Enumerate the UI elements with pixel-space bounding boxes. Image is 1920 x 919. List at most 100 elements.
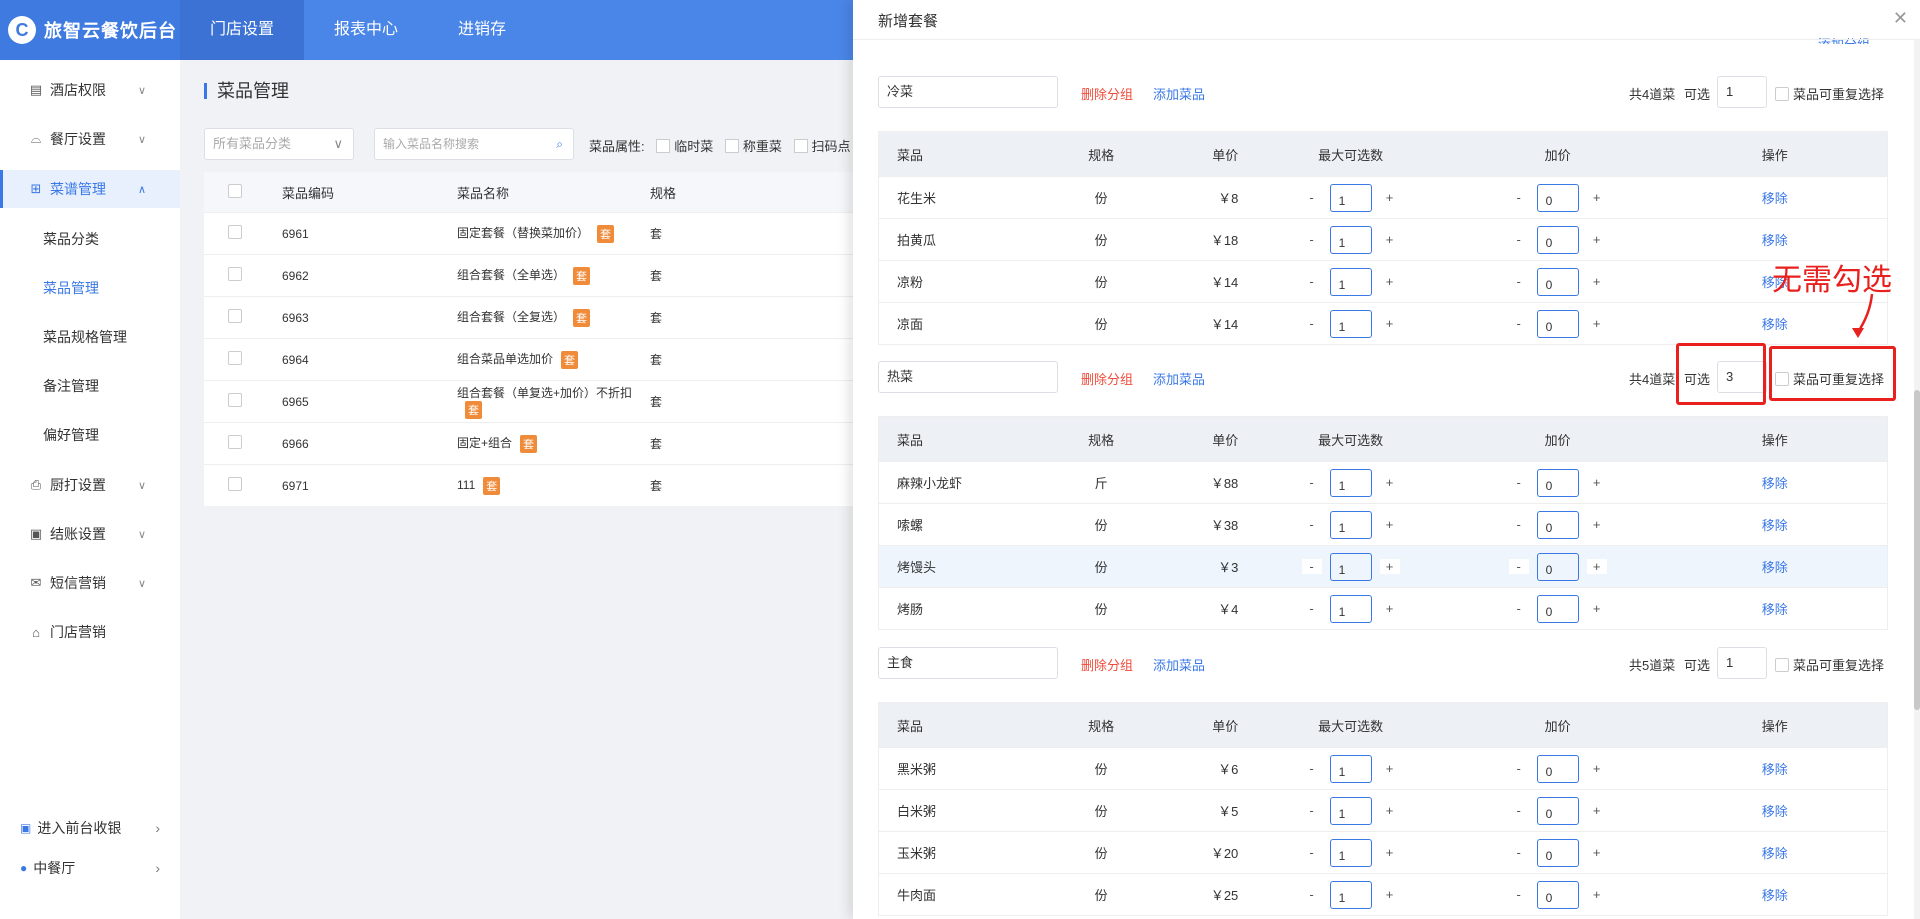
- increment-button[interactable]: +: [1380, 803, 1400, 818]
- increment-button[interactable]: +: [1587, 803, 1607, 818]
- decrement-button[interactable]: -: [1302, 232, 1322, 247]
- sidebar-item-kitchen-print[interactable]: ⎙ 厨打设置 ∨: [0, 467, 180, 503]
- select-all-checkbox[interactable]: [228, 183, 242, 198]
- table-row[interactable]: 黑米粥份 ￥6-1 + -0 + 移除: [879, 747, 1887, 789]
- increment-button[interactable]: +: [1380, 316, 1400, 331]
- row-checkbox[interactable]: [228, 393, 242, 407]
- sidebar-item-store-marketing[interactable]: ⌂ 门店营销: [0, 614, 180, 650]
- increment-button[interactable]: +: [1587, 316, 1607, 331]
- decrement-button[interactable]: -: [1302, 316, 1322, 331]
- increment-button[interactable]: +: [1380, 190, 1400, 205]
- increment-button[interactable]: +: [1380, 601, 1400, 616]
- add-dish-button[interactable]: 添加菜品: [1153, 369, 1205, 388]
- decrement-button[interactable]: -: [1302, 761, 1322, 776]
- max-selectable-input[interactable]: 1: [1329, 468, 1372, 497]
- temp-dish-checkbox[interactable]: [656, 139, 671, 153]
- decrement-button[interactable]: -: [1509, 845, 1529, 860]
- decrement-button[interactable]: -: [1302, 274, 1322, 289]
- increment-button[interactable]: +: [1587, 601, 1607, 616]
- optional-count-input[interactable]: 1: [1717, 647, 1767, 679]
- increment-button[interactable]: +: [1379, 559, 1400, 574]
- table-row[interactable]: 花生米份 ￥8-1 + -0 + 移除: [879, 176, 1887, 218]
- surcharge-input[interactable]: 0: [1536, 552, 1579, 581]
- increment-button[interactable]: +: [1587, 274, 1607, 289]
- table-row[interactable]: 6962 组合套餐（全单选） 套 套: [204, 254, 884, 296]
- sidebar-subitem-remark-management[interactable]: 备注管理: [0, 368, 180, 404]
- table-row[interactable]: 6964 组合菜品单选加价套套: [204, 338, 884, 380]
- table-row[interactable]: 麻辣小龙虾斤 ￥88-1 + -0 + 移除: [879, 461, 1887, 503]
- add-dish-button[interactable]: 添加菜品: [1153, 84, 1205, 103]
- increment-button[interactable]: +: [1587, 232, 1607, 247]
- current-restaurant[interactable]: ● 中餐厅 ›: [0, 853, 180, 883]
- remove-button[interactable]: 移除: [1762, 476, 1788, 491]
- repeat-select-option[interactable]: 菜品可重复选择: [1775, 84, 1884, 103]
- increment-button[interactable]: +: [1380, 274, 1400, 289]
- surcharge-input[interactable]: 0: [1536, 225, 1579, 254]
- increment-button[interactable]: +: [1380, 887, 1400, 902]
- max-selectable-input[interactable]: 1: [1329, 225, 1372, 254]
- sidebar-item-sms-marketing[interactable]: ✉ 短信营销 ∨: [0, 565, 180, 601]
- max-selectable-input[interactable]: 1: [1329, 309, 1372, 338]
- decrement-button[interactable]: -: [1509, 316, 1529, 331]
- group-name-input[interactable]: 冷菜: [878, 76, 1058, 108]
- decrement-button[interactable]: -: [1302, 803, 1322, 818]
- increment-button[interactable]: +: [1380, 845, 1400, 860]
- group-name-input[interactable]: 热菜: [878, 361, 1058, 393]
- brand[interactable]: C 旅智云餐饮后台: [0, 0, 180, 60]
- enter-front-cashier[interactable]: ▣ 进入前台收银 ›: [0, 813, 180, 843]
- remove-button[interactable]: 移除: [1762, 804, 1788, 819]
- decrement-button[interactable]: -: [1302, 887, 1322, 902]
- row-checkbox[interactable]: [228, 309, 242, 323]
- increment-button[interactable]: +: [1587, 517, 1607, 532]
- optional-count-input[interactable]: 1: [1717, 76, 1767, 108]
- remove-button[interactable]: 移除: [1762, 602, 1788, 617]
- sidebar-item-restaurant-settings[interactable]: ⌓ 餐厅设置 ∨: [0, 121, 180, 157]
- decrement-button[interactable]: -: [1509, 232, 1529, 247]
- row-checkbox[interactable]: [228, 477, 242, 491]
- increment-button[interactable]: +: [1587, 887, 1607, 902]
- delete-group-button[interactable]: 删除分组: [1081, 369, 1133, 388]
- surcharge-input[interactable]: 0: [1536, 267, 1579, 296]
- remove-button[interactable]: 移除: [1762, 762, 1788, 777]
- sidebar-item-checkout-settings[interactable]: ▣ 结账设置 ∨: [0, 516, 180, 552]
- increment-button[interactable]: +: [1587, 845, 1607, 860]
- table-row[interactable]: 凉粉份 ￥14-1 + -0 + 移除: [879, 260, 1887, 302]
- remove-button[interactable]: 移除: [1762, 560, 1788, 575]
- increment-button[interactable]: +: [1586, 559, 1607, 574]
- max-selectable-input[interactable]: 1: [1329, 880, 1372, 909]
- table-row[interactable]: 6971 111 套 套: [204, 464, 884, 506]
- decrement-button[interactable]: -: [1302, 190, 1322, 205]
- surcharge-input[interactable]: 0: [1536, 754, 1579, 783]
- remove-button[interactable]: 移除: [1762, 191, 1788, 206]
- scan-order-checkbox[interactable]: [793, 139, 808, 153]
- table-row[interactable]: 6966 固定+组合套套: [204, 422, 884, 464]
- decrement-button[interactable]: -: [1509, 601, 1529, 616]
- delete-group-button[interactable]: 删除分组: [1081, 655, 1133, 674]
- remove-button[interactable]: 移除: [1762, 846, 1788, 861]
- increment-button[interactable]: +: [1587, 761, 1607, 776]
- category-select[interactable]: 所有菜品分类 ∨: [204, 128, 354, 160]
- table-row[interactable]: 6963 组合套餐（全复选） 套 套: [204, 296, 884, 338]
- decrement-button[interactable]: -: [1509, 887, 1529, 902]
- decrement-button[interactable]: -: [1508, 559, 1529, 574]
- table-row[interactable]: 6961 固定套餐（替换菜加价） 套 套: [204, 212, 884, 254]
- surcharge-input[interactable]: 0: [1536, 468, 1579, 497]
- decrement-button[interactable]: -: [1509, 803, 1529, 818]
- table-row[interactable]: 牛肉面份 ￥25-1 + -0 + 移除: [879, 873, 1887, 915]
- increment-button[interactable]: +: [1380, 517, 1400, 532]
- close-icon[interactable]: ✕: [1893, 8, 1908, 29]
- increment-button[interactable]: +: [1380, 761, 1400, 776]
- repeat-select-checkbox[interactable]: [1775, 658, 1789, 672]
- max-selectable-input[interactable]: 1: [1329, 796, 1372, 825]
- surcharge-input[interactable]: 0: [1536, 880, 1579, 909]
- decrement-button[interactable]: -: [1302, 601, 1322, 616]
- decrement-button[interactable]: -: [1509, 475, 1529, 490]
- surcharge-input[interactable]: 0: [1536, 838, 1579, 867]
- surcharge-input[interactable]: 0: [1536, 510, 1579, 539]
- increment-button[interactable]: +: [1380, 232, 1400, 247]
- increment-button[interactable]: +: [1380, 475, 1400, 490]
- topnav-store-settings[interactable]: 门店设置: [180, 0, 305, 60]
- max-selectable-input[interactable]: 1: [1329, 594, 1372, 623]
- increment-button[interactable]: +: [1587, 475, 1607, 490]
- row-checkbox[interactable]: [228, 351, 242, 365]
